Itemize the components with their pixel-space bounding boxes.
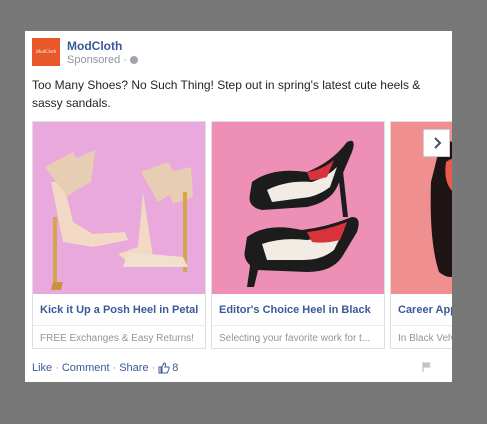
post-header: ModCloth ModCloth Sponsored · xyxy=(32,38,138,70)
thumbs-up-icon xyxy=(158,362,170,374)
page-name-link[interactable]: ModCloth xyxy=(67,39,138,53)
product-image-black-heel[interactable] xyxy=(212,122,385,294)
item-subtitle: Selecting your favorite work for t... xyxy=(219,333,371,344)
page-meta: ModCloth Sponsored · xyxy=(67,39,138,70)
divider xyxy=(391,325,452,326)
post-actions: Like · Comment · Share · 8 xyxy=(32,362,178,374)
like-link[interactable]: Like xyxy=(32,362,52,374)
item-title[interactable]: Career Appeal Heel in Black xyxy=(398,304,452,316)
item-subtitle: FREE Exchanges & Easy Returns! xyxy=(40,333,194,344)
like-count[interactable]: 8 xyxy=(158,362,178,374)
carousel-next-button[interactable] xyxy=(423,129,450,157)
divider xyxy=(33,325,205,326)
product-carousel: Kick it Up a Posh Heel in Petal FREE Exc… xyxy=(32,121,452,349)
like-count-value: 8 xyxy=(172,362,179,374)
modcloth-logo[interactable]: ModCloth xyxy=(32,38,60,66)
item-subtitle: In Black Velvet xyxy=(398,333,452,344)
separator: · xyxy=(151,362,156,374)
carousel-item[interactable]: Editor's Choice Heel in Black Selecting … xyxy=(211,121,385,349)
separator: · xyxy=(112,362,117,374)
chevron-right-icon xyxy=(433,137,441,149)
globe-icon xyxy=(129,56,138,64)
sponsored-label[interactable]: Sponsored xyxy=(67,53,120,67)
comment-link[interactable]: Comment xyxy=(62,362,110,374)
carousel-item[interactable]: Kick it Up a Posh Heel in Petal FREE Exc… xyxy=(32,121,206,349)
share-link[interactable]: Share xyxy=(119,362,148,374)
product-image-petal-heel[interactable] xyxy=(33,122,206,294)
separator: · xyxy=(55,362,59,374)
item-title[interactable]: Editor's Choice Heel in Black xyxy=(219,304,371,316)
post-text: Too Many Shoes? No Such Thing! Step out … xyxy=(32,78,421,110)
sponsored-row: Sponsored · xyxy=(67,53,138,67)
item-title[interactable]: Kick it Up a Posh Heel in Petal xyxy=(40,304,198,316)
dot-separator: · xyxy=(123,54,127,66)
flag-icon[interactable] xyxy=(421,361,433,373)
sponsored-post-card: ModCloth ModCloth Sponsored · Too Many S… xyxy=(25,31,452,382)
divider xyxy=(212,325,384,326)
logo-text: ModCloth xyxy=(35,49,57,55)
